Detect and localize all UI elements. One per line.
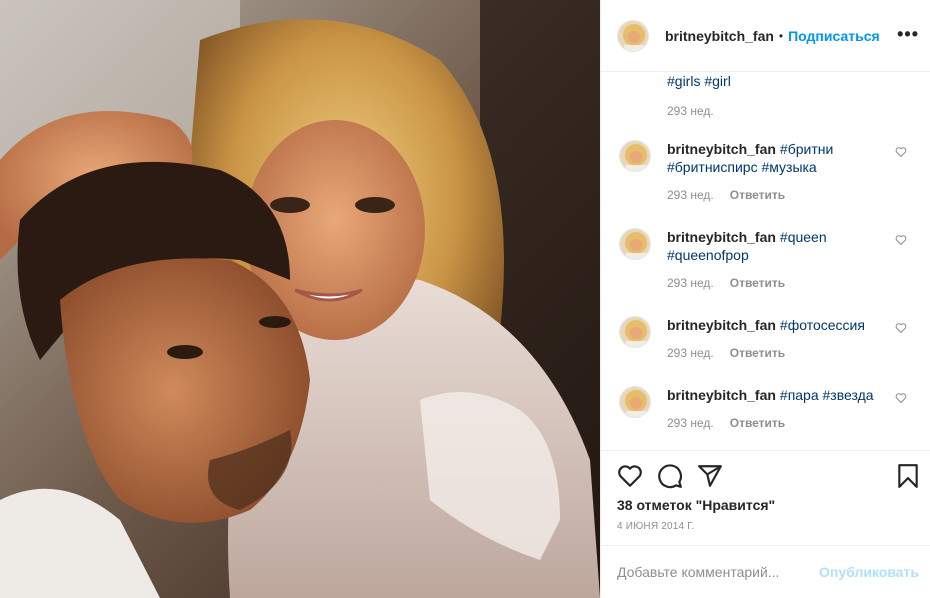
heart-icon[interactable] [617, 463, 643, 489]
hashtag-link[interactable]: #пара #звезда [780, 387, 874, 403]
comment-text: britneybitch_fan #queen #queenofpop [667, 228, 887, 264]
comment-time[interactable]: 293 нед. [667, 188, 714, 202]
hashtag-link[interactable]: #бритниспирс #музыка [667, 159, 817, 175]
comment-text: britneybitch_fan #фотосессия [667, 316, 887, 334]
follow-button[interactable]: Подписаться [788, 28, 880, 44]
like-comment-heart-icon[interactable] [895, 146, 907, 158]
bookmark-icon[interactable] [895, 463, 921, 489]
comment-text: britneybitch_fan #бритни #бритниспирс #му… [667, 140, 887, 176]
hashtag-link[interactable]: #queen [780, 229, 827, 245]
post-date[interactable]: 4 ИЮНЯ 2014 Г. [617, 521, 695, 532]
like-comment-heart-icon[interactable] [895, 322, 907, 334]
comment-time[interactable]: 293 нед. [667, 276, 714, 290]
post-sidebar: britneybitch_fan • Подписаться ••• #girl… [600, 0, 930, 598]
comment-username[interactable]: britneybitch_fan [667, 141, 776, 157]
comment-meta: 293 нед. Ответить [667, 276, 785, 290]
username-link[interactable]: britneybitch_fan [665, 28, 774, 44]
comment-username[interactable]: britneybitch_fan [667, 387, 776, 403]
reply-button[interactable]: Ответить [730, 346, 785, 360]
likes-count[interactable]: 38 отметок "Нравится" [617, 497, 775, 513]
hashtag-link[interactable]: #girl [704, 73, 730, 89]
avatar[interactable] [619, 316, 651, 348]
post-header: britneybitch_fan • Подписаться ••• [601, 0, 930, 72]
avatar[interactable] [619, 228, 651, 260]
couple-photo-image [0, 0, 600, 598]
comment-meta: 293 нед. Ответить [667, 346, 785, 360]
instagram-post-view: britneybitch_fan • Подписаться ••• #girl… [0, 0, 930, 598]
add-comment-bar: Опубликовать [601, 545, 930, 598]
comment-meta: 293 нед. Ответить [667, 188, 785, 202]
hashtag-link[interactable]: #бритни [780, 141, 833, 157]
hashtag-link[interactable]: #фотосессия [780, 317, 865, 333]
caption-meta: 293 нед. [667, 104, 714, 118]
comment-icon[interactable] [657, 463, 683, 489]
comment-time[interactable]: 293 нед. [667, 416, 714, 430]
comment-time[interactable]: 293 нед. [667, 346, 714, 360]
publish-button[interactable]: Опубликовать [819, 564, 919, 580]
comments-list[interactable]: #girls #girl 293 нед. britneybitch_fan #б… [601, 72, 930, 450]
comment-meta: 293 нед. Ответить [667, 416, 785, 430]
like-comment-heart-icon[interactable] [895, 234, 907, 246]
reply-button[interactable]: Ответить [730, 276, 785, 290]
like-comment-heart-icon[interactable] [895, 392, 907, 404]
avatar[interactable] [619, 386, 651, 418]
comment-username[interactable]: britneybitch_fan [667, 317, 776, 333]
post-actions: 38 отметок "Нравится" 4 ИЮНЯ 2014 Г. [601, 450, 930, 545]
avatar[interactable] [617, 19, 649, 52]
reply-button[interactable]: Ответить [730, 188, 785, 202]
avatar[interactable] [619, 140, 651, 172]
comment-text: britneybitch_fan #пара #звезда [667, 386, 887, 404]
caption-tags: #girls #girl [667, 72, 731, 90]
share-icon[interactable] [697, 463, 723, 489]
hashtag-link[interactable]: #queenofpop [667, 247, 749, 263]
caption-time[interactable]: 293 нед. [667, 104, 714, 118]
comment-username[interactable]: britneybitch_fan [667, 229, 776, 245]
more-options-icon[interactable]: ••• [897, 24, 919, 45]
post-photo[interactable] [0, 0, 600, 598]
separator-dot: • [778, 28, 784, 43]
reply-button[interactable]: Ответить [730, 416, 785, 430]
hashtag-link[interactable]: #girls [667, 73, 700, 89]
comment-input[interactable] [617, 560, 817, 584]
